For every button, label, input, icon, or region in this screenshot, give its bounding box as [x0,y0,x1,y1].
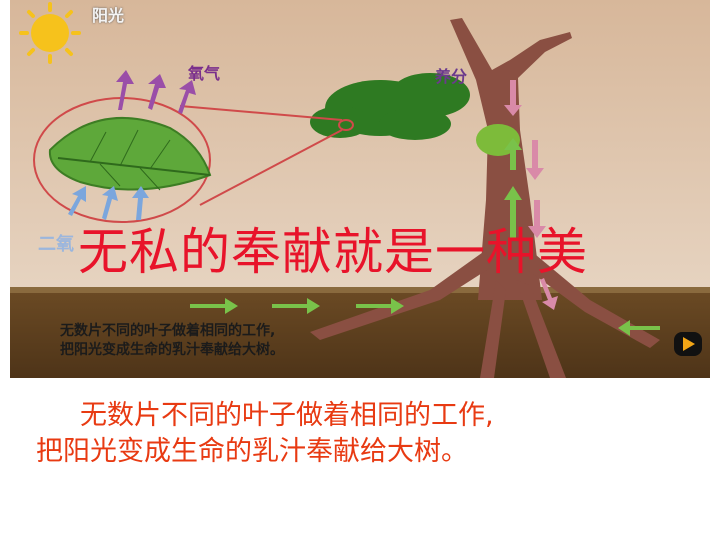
caption-line: 无数片不同的叶子做着相同的工作, [80,400,494,431]
overlay-title: 无私的奉献就是一种美 [78,223,588,281]
play-button[interactable] [674,332,702,356]
sunlight-label: 阳光 [92,6,125,25]
caption-line: 把阳光变成生命的乳汁奉献给大树。 [36,436,468,467]
oxygen-label: 氧气 [188,64,221,83]
video-frame: 阳光 氧气 养分 二氧 无私的奉献就是一种美 无数片不同的叶子做着相同的工作, … [10,0,710,378]
carbon-dioxide-label: 二氧 [38,234,74,255]
nutrients-label: 养分 [435,67,468,86]
bottom-caption: 无数片不同的叶子做着相同的工作, 把阳光变成生命的乳汁奉献给大树。 [36,398,494,470]
frame-caption: 无数片不同的叶子做着相同的工作, 把阳光变成生命的乳汁奉献给大树。 [60,322,284,360]
play-icon [683,337,695,351]
frame-caption-line: 把阳光变成生命的乳汁奉献给大树。 [60,342,284,358]
frame-caption-line: 无数片不同的叶子做着相同的工作, [60,323,276,339]
